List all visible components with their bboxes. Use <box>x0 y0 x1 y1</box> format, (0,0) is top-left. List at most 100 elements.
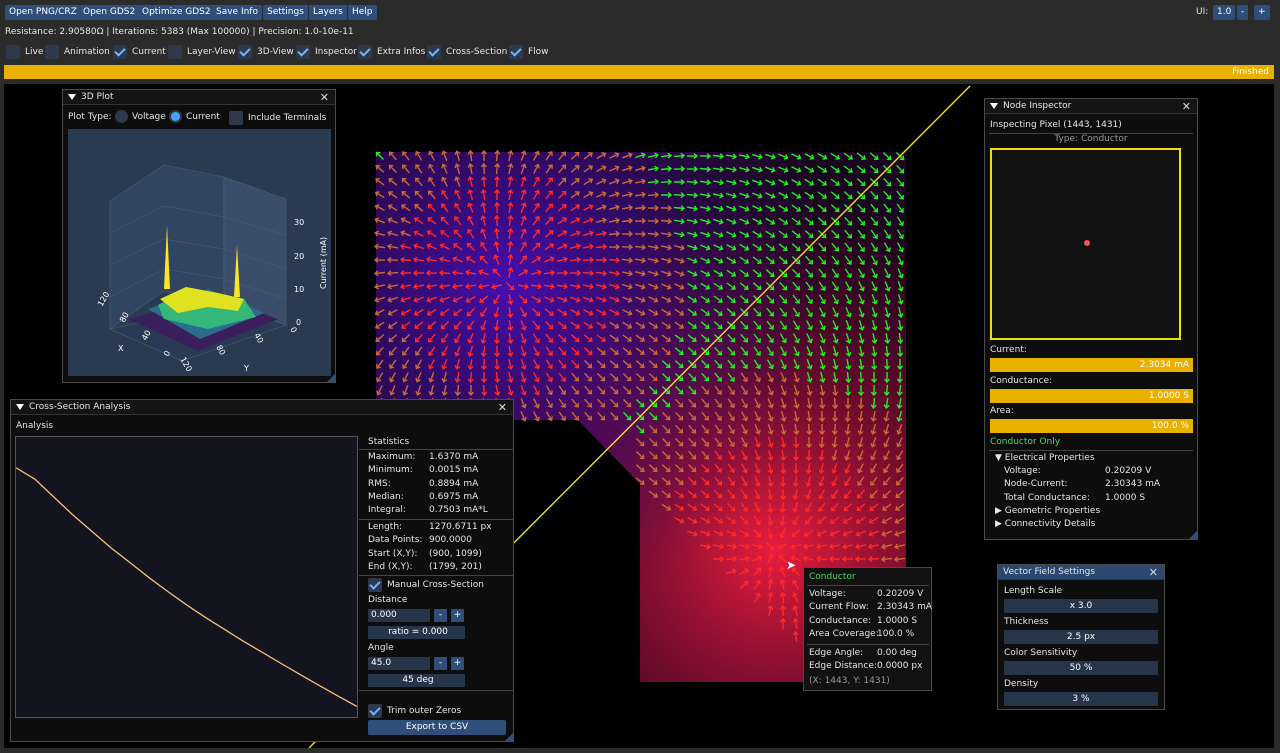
elec-label: Voltage: <box>1004 466 1041 476</box>
setting-label: Density <box>1004 679 1039 689</box>
current-profile-line <box>15 467 358 708</box>
node-inspector-panel: Node Inspector ✕ Inspecting Pixel (1443, … <box>984 98 1198 540</box>
tip2-value: 0.00 deg <box>877 648 917 658</box>
toggle-cross-section[interactable]: Cross-Section <box>427 44 507 59</box>
optimize-gds2-button[interactable]: Optimize GDS2 <box>138 5 215 20</box>
tip-label: Area Coverage: <box>809 628 879 639</box>
help-button[interactable]: Help <box>348 5 377 20</box>
conductance-label: Conductance: <box>990 376 1053 386</box>
trim-zeros-checkbox[interactable]: Trim outer Zeros <box>368 703 461 718</box>
z-tick: 10 <box>294 285 304 294</box>
stat-value: 0.6975 mA <box>429 491 479 502</box>
z-tick: 30 <box>294 218 304 227</box>
close-icon[interactable]: ✕ <box>1182 99 1191 114</box>
elec-label: Total Conductance: <box>1004 492 1091 503</box>
toggle-layer-view[interactable]: Layer-View <box>168 44 236 59</box>
collapse-icon[interactable] <box>68 94 76 100</box>
geo-value: 900.0000 <box>429 535 472 546</box>
setting-slider[interactable]: 2.5 px <box>1004 630 1158 644</box>
toggle-live[interactable]: Live <box>6 44 43 59</box>
angle-slider[interactable]: 45 deg <box>368 674 465 687</box>
y-axis-label: Y <box>243 364 249 373</box>
plot3d-titlebar[interactable]: 3D Plot ✕ <box>63 90 335 105</box>
tip2-label: Edge Distance: <box>809 661 877 672</box>
distance-plus-button[interactable]: + <box>451 609 464 622</box>
angle-plus-button[interactable]: + <box>451 657 464 670</box>
cross-section-chart[interactable] <box>15 436 358 718</box>
analysis-heading: Analysis <box>16 421 54 431</box>
progress-track: Finished <box>4 65 1274 79</box>
stat-label: Integral: <box>368 505 406 516</box>
toggle-extra-infos[interactable]: Extra Infos <box>358 44 425 59</box>
geo-label: Length: <box>368 522 403 532</box>
ratio-slider[interactable]: ratio = 0.000 <box>368 626 465 639</box>
inspecting-pixel: Inspecting Pixel (1443, 1431) <box>990 120 1122 130</box>
resize-grip[interactable] <box>327 374 335 382</box>
elec-value: 2.30343 mA <box>1105 479 1161 490</box>
current-radio[interactable]: Current <box>169 110 220 123</box>
angle-minus-button[interactable]: - <box>434 657 447 670</box>
setting-label: Color Sensitivity <box>1004 648 1078 658</box>
vector-settings-title: Vector Field Settings <box>1003 567 1096 577</box>
angle-input[interactable]: 45.0 <box>368 657 430 670</box>
stat-value: 0.7503 mA*L <box>429 505 488 516</box>
ui-scale-plus-button[interactable]: + <box>1254 5 1270 20</box>
export-csv-button[interactable]: Export to CSV <box>368 720 506 735</box>
collapse-icon[interactable] <box>990 103 998 109</box>
layers-button[interactable]: Layers <box>309 5 347 20</box>
toggle-animation[interactable]: Animation <box>45 44 110 59</box>
toggle-inspector[interactable]: Inspector <box>296 44 357 59</box>
include-terminals-checkbox[interactable]: Include Terminals <box>229 110 326 125</box>
stat-label: Maximum: <box>368 452 416 462</box>
cross-section-title: Cross-Section Analysis <box>29 402 131 412</box>
close-icon[interactable]: ✕ <box>1149 565 1158 580</box>
save-info-button[interactable]: Save Info <box>212 5 262 20</box>
geo-value: (900, 1099) <box>429 548 482 559</box>
vector-settings-titlebar[interactable]: Vector Field Settings ✕ <box>998 565 1164 580</box>
manual-cross-section-checkbox[interactable]: Manual Cross-Section <box>368 577 484 592</box>
electrical-properties-header[interactable]: ▼ Electrical Properties <box>995 453 1095 463</box>
distance-label: Distance <box>368 595 408 605</box>
conductance-bar: 1.0000 S <box>990 389 1193 403</box>
open-png-button[interactable]: Open PNG/CRZ <box>5 5 81 20</box>
y-tick: 0 <box>288 326 298 335</box>
resize-grip[interactable] <box>505 733 513 741</box>
distance-minus-button[interactable]: - <box>434 609 447 622</box>
y-tick: 120 <box>178 356 193 374</box>
toggle-3d-view[interactable]: 3D-View <box>238 44 294 59</box>
ui-scale-minus-button[interactable]: - <box>1237 5 1249 20</box>
distance-input[interactable]: 0.000 <box>368 609 430 622</box>
vector-field-settings-panel: Vector Field Settings ✕ Length Scale x 3.0… <box>997 564 1165 710</box>
x-axis-label: X <box>118 344 124 353</box>
geo-label: Start (X,Y): <box>368 548 418 559</box>
inspector-titlebar[interactable]: Node Inspector ✕ <box>985 99 1197 114</box>
open-gds2-button[interactable]: Open GDS2 <box>79 5 140 20</box>
setting-slider[interactable]: 3 % <box>1004 692 1158 706</box>
tip-label: Voltage: <box>809 589 846 599</box>
cross-section-titlebar[interactable]: Cross-Section Analysis ✕ <box>11 400 513 415</box>
settings-button[interactable]: Settings <box>263 5 308 20</box>
statistics-heading: Statistics <box>368 437 410 447</box>
resize-grip[interactable] <box>1189 531 1197 539</box>
pixel-preview <box>990 148 1181 340</box>
toggle-flow[interactable]: Flow <box>509 44 549 59</box>
collapse-icon[interactable] <box>16 404 24 410</box>
connectivity-details-header[interactable]: ▶ Connectivity Details <box>995 519 1095 529</box>
geometric-properties-header[interactable]: ▶ Geometric Properties <box>995 506 1100 516</box>
plot3d-view[interactable]: 30 20 10 0 Current (mA) 120 80 40 0 X 0 … <box>68 129 331 376</box>
cross-section-panel: Cross-Section Analysis ✕ Analysis Statist… <box>10 399 514 742</box>
close-icon[interactable]: ✕ <box>498 400 507 415</box>
area-bar: 100.0 % <box>990 419 1193 433</box>
stat-label: RMS: <box>368 478 391 489</box>
toggle-current[interactable]: Current <box>113 44 166 59</box>
stat-label: Median: <box>368 491 404 502</box>
close-icon[interactable]: ✕ <box>320 90 329 105</box>
setting-label: Length Scale <box>1004 586 1063 596</box>
tip-value: 1.0000 S <box>877 615 918 626</box>
setting-slider[interactable]: x 3.0 <box>1004 599 1158 613</box>
voltage-radio[interactable]: Voltage <box>115 110 166 123</box>
tip2-label: Edge Angle: <box>809 648 864 658</box>
tip-label: Conductance: <box>809 615 872 626</box>
setting-slider[interactable]: 50 % <box>1004 661 1158 675</box>
plot3d-title: 3D Plot <box>81 92 114 102</box>
